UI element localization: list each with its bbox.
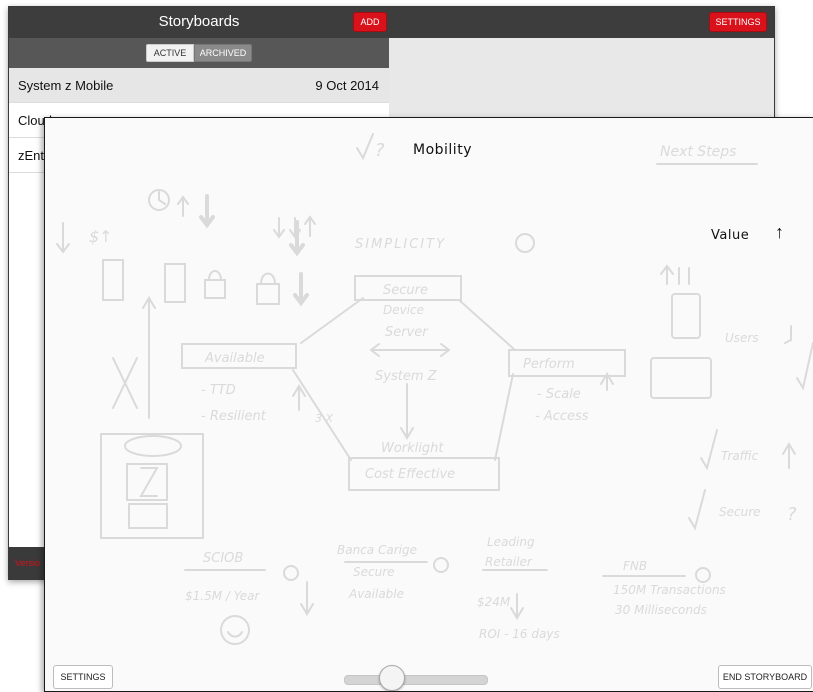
sketch-label: 3 X	[315, 412, 333, 425]
storyboard-heading: Mobility	[413, 142, 472, 158]
settings-button-top[interactable]: SETTINGS	[709, 12, 767, 32]
sketch-label: Retailer	[485, 555, 533, 569]
sketch-label: Available	[204, 351, 265, 366]
sketch-label: Cost Effective	[365, 467, 455, 482]
tab-archived[interactable]: ARCHIVED	[194, 44, 252, 62]
server-icon	[102, 259, 124, 301]
storyboard-presentation: ? Next Steps $↑ SIMPLICITY Secure Device…	[44, 117, 813, 692]
arrow-up-icon: ↑	[775, 222, 784, 242]
device-sketch	[100, 433, 204, 539]
sketch-label: Secure	[719, 505, 761, 519]
sketch-label: Device	[383, 303, 424, 317]
sketch-label: - Resilient	[201, 409, 267, 424]
help-icon	[433, 557, 449, 573]
arrow-down-icon	[199, 194, 215, 229]
help-icon	[283, 565, 299, 581]
checkmark-icon	[688, 489, 706, 531]
sketch-label: Available	[348, 587, 404, 601]
smiley-icon	[220, 615, 250, 645]
sketch-label: - TTD	[201, 383, 236, 398]
end-storyboard-button[interactable]: END STORYBOARD	[718, 665, 812, 689]
tab-active[interactable]: ACTIVE	[146, 44, 194, 62]
arrow-down-icon	[293, 272, 309, 307]
signal-icon	[660, 264, 690, 285]
sketch-label: Secure	[383, 283, 428, 298]
filter-segment-bar: ACTIVE ARCHIVED	[9, 38, 389, 68]
sketch-label: Worklight	[381, 441, 444, 456]
checkmark-icon	[356, 133, 374, 161]
svg-text:?: ?	[787, 504, 797, 525]
item-name: System z Mobile	[18, 78, 114, 93]
sketch-label: Traffic	[721, 449, 759, 463]
sketch-label: FNB	[623, 559, 647, 573]
sketch-label: Leading	[487, 535, 535, 549]
server-icon	[164, 263, 186, 303]
sketch-label: Next Steps	[660, 144, 736, 160]
help-icon	[695, 567, 711, 583]
sketch-label: - Scale	[537, 387, 581, 402]
sketch-label: Perform	[523, 357, 575, 372]
item-date: 9 Oct 2014	[315, 78, 379, 93]
add-button[interactable]: ADD	[353, 12, 387, 32]
checkmark-icon	[700, 429, 718, 471]
arrow-up-icon	[304, 215, 316, 237]
sketch-label: Server	[385, 325, 429, 340]
svg-text:?: ?	[375, 140, 385, 161]
arrow-up-icon	[177, 195, 189, 217]
sketch-label: 30 Milliseconds	[615, 603, 707, 617]
lock-icon	[256, 283, 280, 305]
version-label: Versio	[15, 558, 41, 568]
sketch-label: $24M	[477, 595, 511, 609]
value-label: Value	[711, 228, 750, 243]
sketch-label: Banca Carige	[337, 543, 417, 557]
sketch-label: SIMPLICITY	[355, 237, 446, 252]
list-header: Storyboards ADD SETTINGS	[9, 7, 774, 38]
sketch-label: SCIOB	[203, 551, 243, 566]
sketch-label: 150M Transactions	[613, 583, 726, 597]
faded-whiteboard-sketch: ? Next Steps $↑ SIMPLICITY Secure Device…	[56, 133, 813, 645]
settings-button[interactable]: SETTINGS	[53, 665, 113, 689]
sketch-label: Users	[725, 331, 759, 345]
sketch-label: System Z	[375, 369, 438, 384]
phone-icon	[671, 293, 701, 339]
arrow-down-icon	[56, 222, 70, 254]
arrow-down-icon	[273, 217, 285, 239]
sketch-label: - Access	[535, 409, 589, 424]
sketch-label: $1.5M / Year	[185, 589, 260, 603]
list-title: Storyboards	[158, 13, 240, 30]
arrow-down-icon	[289, 220, 305, 257]
svg-text:$↑: $↑	[89, 227, 113, 246]
timeline-slider[interactable]	[344, 675, 488, 685]
sketch-label: Secure	[353, 565, 395, 579]
person-icon	[112, 357, 138, 409]
tablet-icon	[650, 357, 712, 399]
lock-icon	[204, 279, 226, 299]
help-icon	[515, 233, 535, 253]
sketch-label: ROI - 16 days	[479, 627, 560, 641]
list-item[interactable]: System z Mobile 9 Oct 2014	[9, 68, 389, 103]
